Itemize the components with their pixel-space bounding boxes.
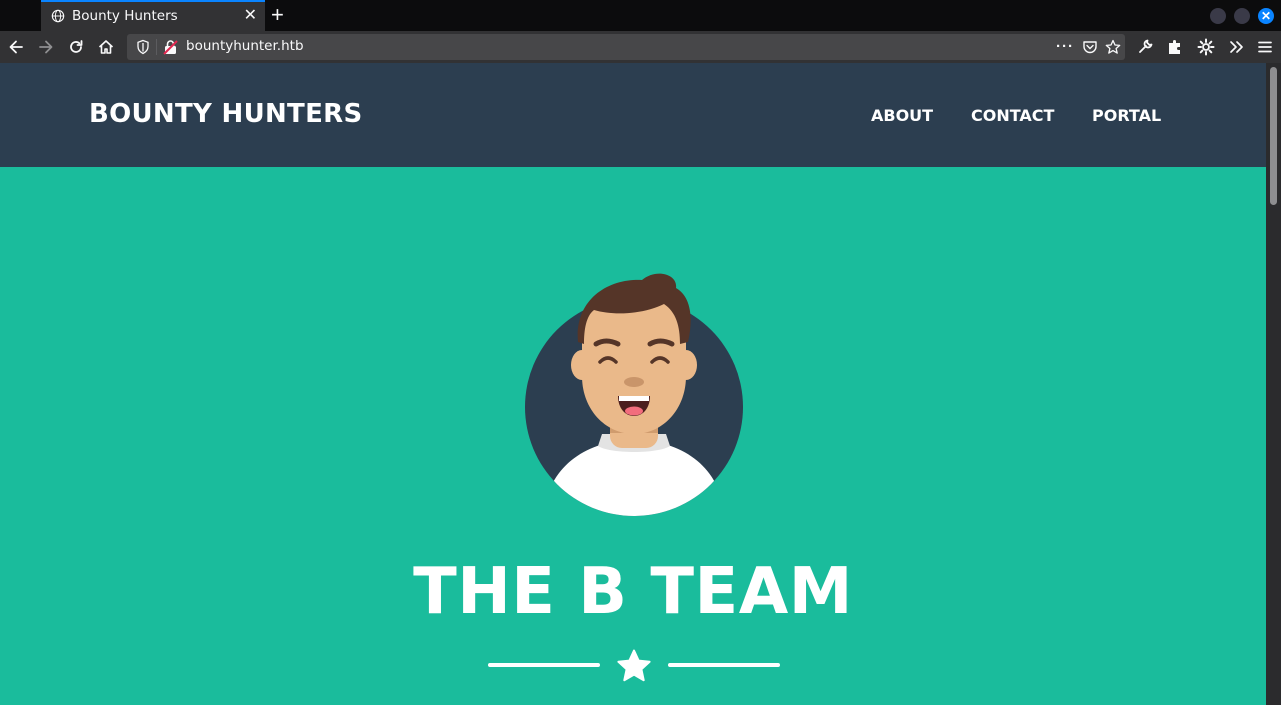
menu-icon[interactable] (1257, 38, 1273, 56)
browser-tab[interactable]: Bounty Hunters ✕ (41, 0, 265, 31)
globe-icon (51, 9, 65, 23)
star-icon (617, 649, 651, 682)
site-header: BOUNTY HUNTERS ABOUT CONTACT PORTAL (0, 63, 1266, 167)
divider-line-right (668, 663, 780, 667)
more-icon[interactable]: ··· (1056, 37, 1074, 57)
tab-close-icon[interactable]: ✕ (244, 7, 257, 25)
page-scrollbar[interactable] (1266, 63, 1281, 705)
nav-link-about[interactable]: ABOUT (871, 106, 933, 125)
divider-line-left (488, 663, 600, 667)
reload-icon[interactable] (66, 37, 86, 57)
window-maximize-button[interactable] (1234, 8, 1250, 24)
urlbar-separator (156, 39, 157, 55)
star-bookmark-icon[interactable] (1105, 39, 1121, 55)
home-icon[interactable] (96, 37, 116, 57)
browser-toolbar: bountyhunter.htb ··· (0, 31, 1281, 63)
url-text[interactable]: bountyhunter.htb (186, 38, 304, 54)
new-tab-button[interactable]: + (271, 3, 284, 27)
shield-icon[interactable] (135, 39, 151, 55)
nav-link-contact[interactable]: CONTACT (971, 106, 1054, 125)
back-icon[interactable] (6, 37, 26, 57)
insecure-lock-icon[interactable] (163, 39, 178, 55)
tab-title: Bounty Hunters (72, 8, 178, 24)
nav-link-portal[interactable]: PORTAL (1092, 106, 1161, 125)
overflow-icon[interactable] (1228, 38, 1244, 56)
masthead-heading: THE B TEAM (413, 555, 853, 629)
address-bar[interactable]: bountyhunter.htb ··· (127, 34, 1125, 60)
gear-icon[interactable] (1197, 38, 1215, 56)
extensions-icon[interactable] (1166, 38, 1184, 56)
window-minimize-button[interactable] (1210, 8, 1226, 24)
browser-tab-strip: Bounty Hunters ✕ + ✕ (0, 0, 1281, 31)
avatar-image (525, 273, 743, 516)
site-brand-link[interactable]: BOUNTY HUNTERS (89, 99, 362, 129)
scrollbar-thumb[interactable] (1270, 67, 1277, 205)
wrench-icon[interactable] (1137, 38, 1154, 55)
pocket-icon[interactable] (1082, 39, 1098, 55)
window-close-icon[interactable]: ✕ (1258, 8, 1274, 24)
forward-icon[interactable] (36, 37, 56, 57)
page-viewport: BOUNTY HUNTERS ABOUT CONTACT PORTAL THE … (0, 63, 1266, 705)
